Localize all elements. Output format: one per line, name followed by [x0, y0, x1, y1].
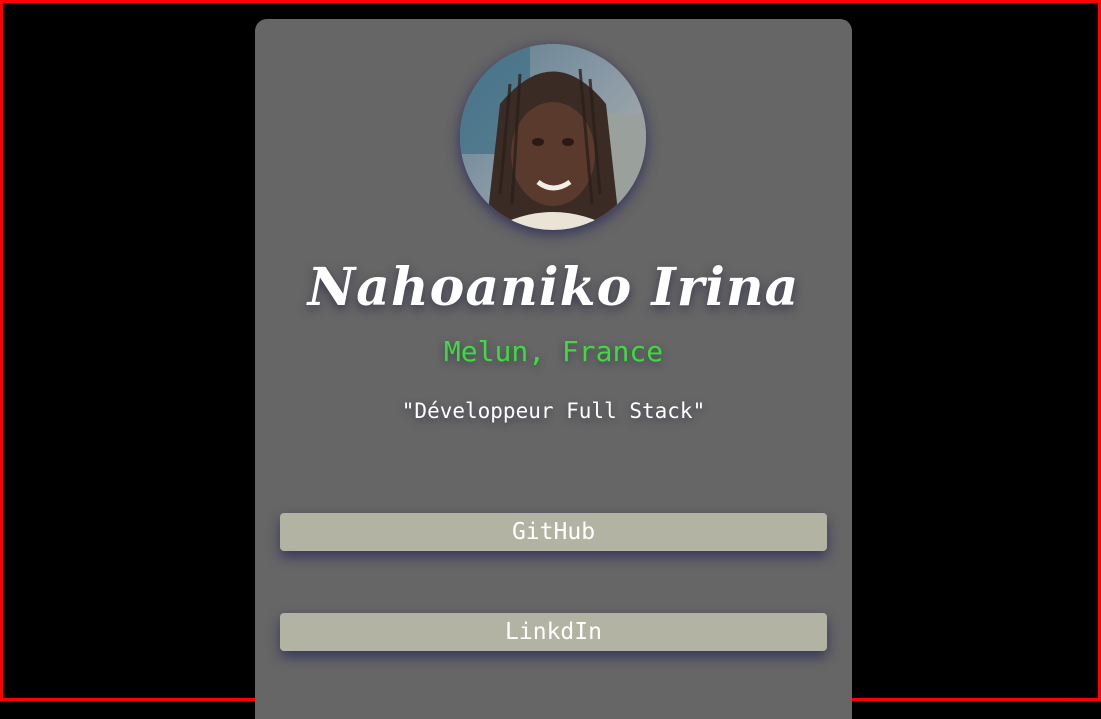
profile-card: Nahoaniko Irina Melun, France "Développe…	[255, 19, 852, 719]
linkedin-button[interactable]: LinkdIn	[280, 613, 827, 651]
avatar-photo	[460, 44, 646, 230]
avatar	[460, 44, 646, 230]
github-button[interactable]: GitHub	[280, 513, 827, 551]
profile-tagline: "Développeur Full Stack"	[401, 399, 706, 423]
profile-location: Melun, France	[443, 335, 664, 368]
profile-name: Nahoaniko Irina	[307, 257, 800, 318]
page-frame: Nahoaniko Irina Melun, France "Développe…	[0, 0, 1101, 719]
